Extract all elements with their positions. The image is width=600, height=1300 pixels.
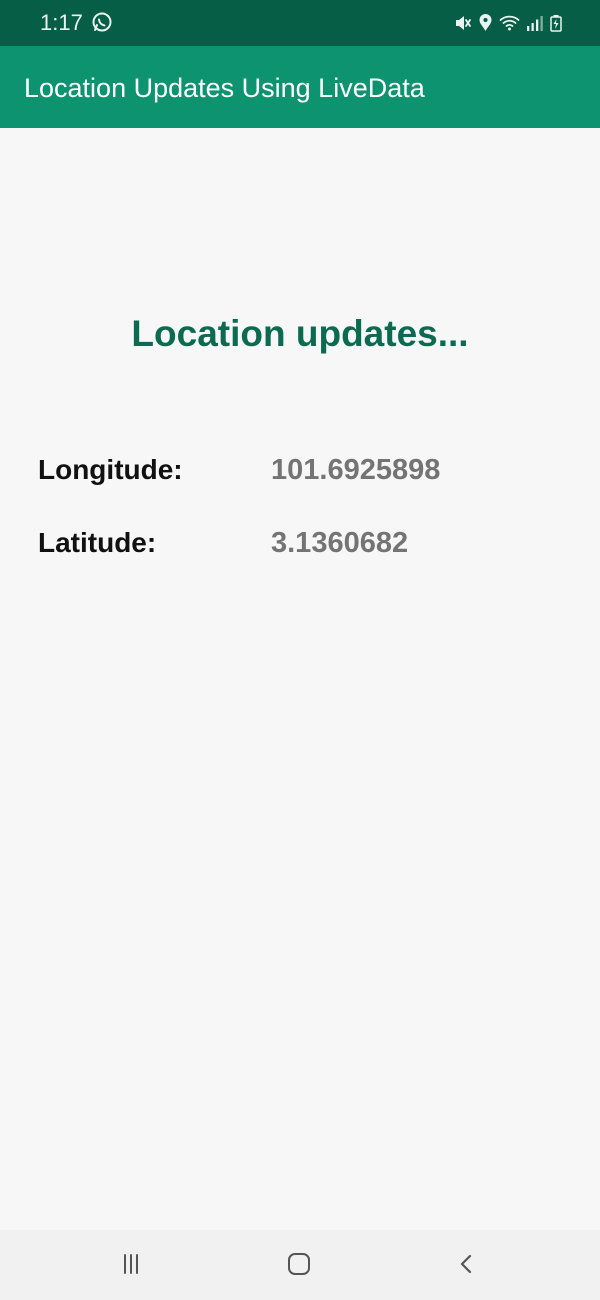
app-bar: Location Updates Using LiveData	[0, 46, 600, 128]
mute-icon	[454, 14, 472, 32]
home-button[interactable]	[282, 1250, 316, 1282]
latitude-label: Latitude:	[38, 527, 157, 558]
signal-icon	[526, 14, 544, 32]
battery-icon	[550, 14, 562, 32]
navigation-bar	[0, 1230, 600, 1300]
recent-apps-icon	[119, 1252, 143, 1281]
recent-apps-button[interactable]	[114, 1250, 148, 1282]
home-icon	[286, 1251, 312, 1282]
status-time: 1:17	[40, 10, 83, 35]
latitude-value: 3.1360682	[271, 527, 409, 559]
longitude-label: Longitude:	[38, 454, 183, 485]
whatsapp-icon	[91, 11, 113, 33]
longitude-value: 101.6925898	[271, 454, 441, 486]
status-bar: 1:17	[0, 0, 600, 46]
location-icon	[478, 14, 493, 32]
back-icon	[455, 1252, 479, 1281]
wifi-icon	[499, 14, 520, 32]
back-button[interactable]	[450, 1250, 484, 1282]
location-screen: Location updates... Longitude: 101.69258…	[0, 128, 600, 1230]
location-heading: Location updates...	[131, 313, 469, 354]
status-icons	[454, 12, 562, 34]
app-title: Location Updates Using LiveData	[24, 73, 425, 103]
